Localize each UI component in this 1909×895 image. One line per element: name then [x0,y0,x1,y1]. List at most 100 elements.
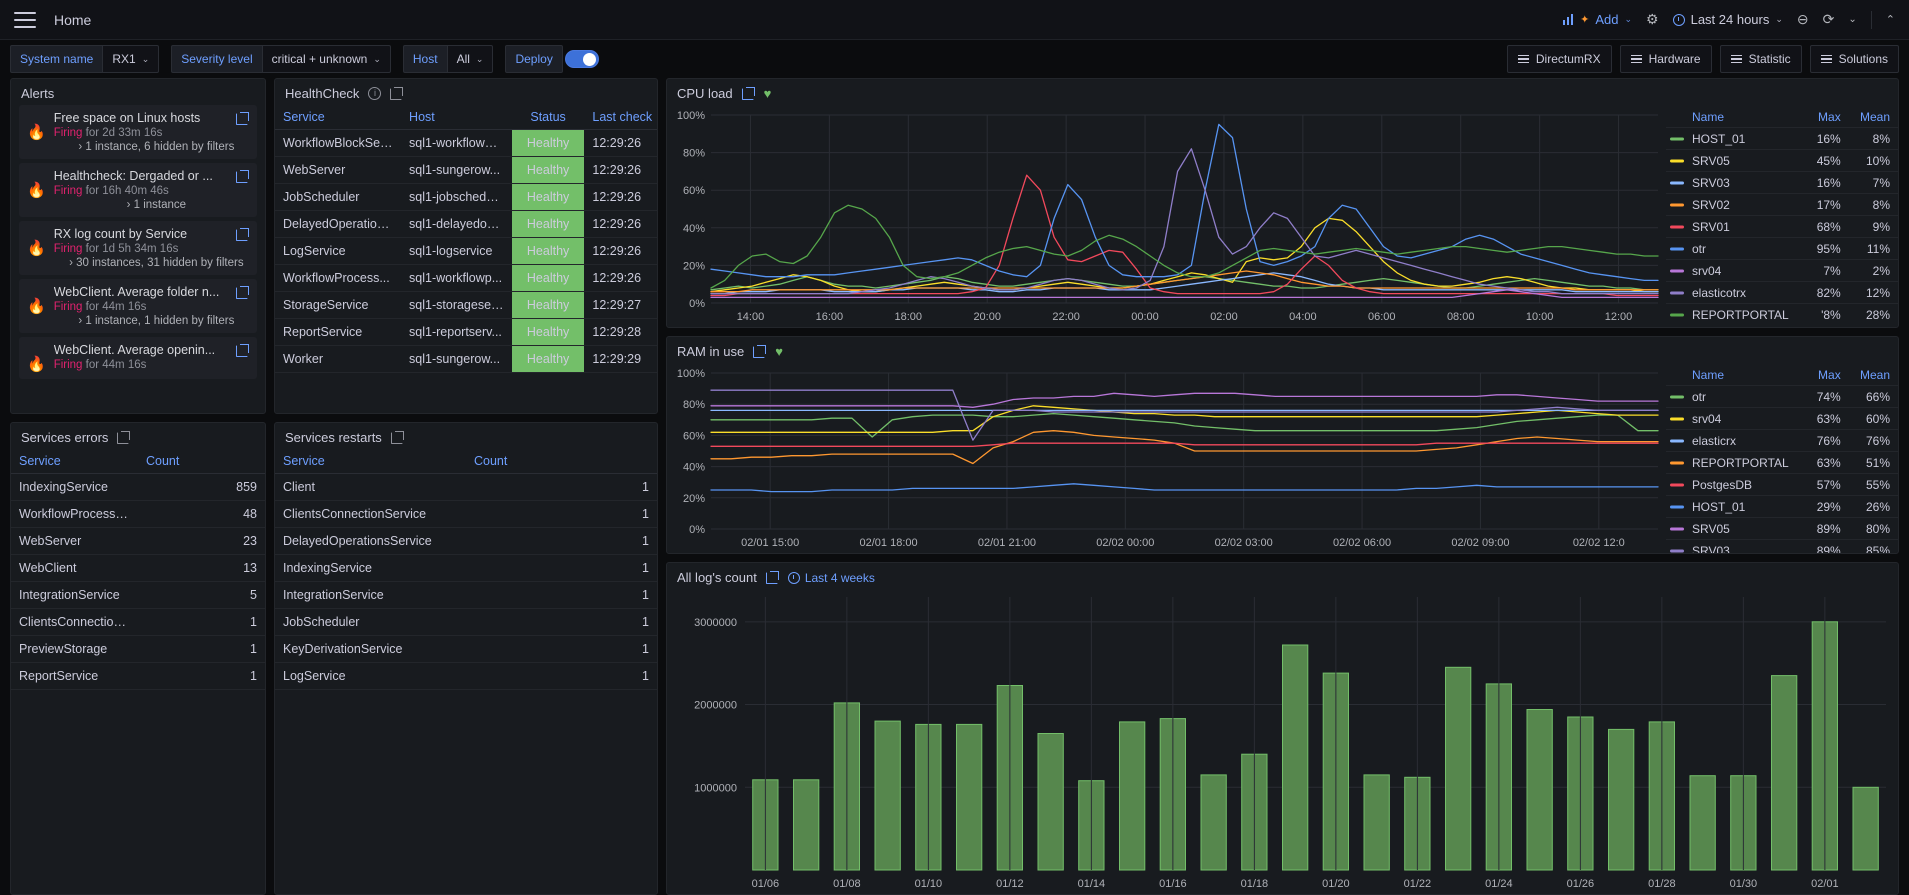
table-row[interactable]: IntegrationService 5 [11,581,265,609]
legend-col-name[interactable]: Name [1666,107,1806,128]
legend-series-name[interactable]: srv04 [1666,259,1806,282]
table-row[interactable]: Worker sql1-sungerow... Healthy 12:29:29 [275,345,657,373]
legend-row[interactable]: SRV05 45% 10% [1666,149,1898,172]
legend-series-name[interactable]: otr [1666,385,1806,408]
table-row[interactable]: ClientsConnectionService1 [275,500,657,528]
open-external-icon[interactable] [236,343,249,357]
legend-series-name[interactable]: REPORTPORTAL [1666,451,1806,474]
legend-series-name[interactable]: srv04 [1666,407,1806,430]
open-external-icon[interactable] [236,169,249,183]
open-external-icon[interactable] [236,285,249,299]
dashboard-link-solutions[interactable]: Solutions [1809,45,1899,73]
cell-host[interactable]: sql1-logservice [401,237,512,265]
cell-service[interactable]: IndexingService [11,473,138,501]
cell-service[interactable]: IndexingService [275,554,466,582]
cell-service[interactable]: WebClient [11,554,138,582]
table-row[interactable]: WorkflowBlockSer... sql1-workflowbl... Hea… [275,129,657,157]
cell-service[interactable]: LogService [275,662,466,690]
column-header-status[interactable]: Status [511,105,585,130]
legend-row[interactable]: REPORTPORTAL 63% 51% [1666,451,1898,474]
table-row[interactable]: LogService sql1-logservice Healthy 12:29:26 [275,237,657,265]
refresh-icon[interactable]: ⟳ [1823,11,1835,28]
alert-item[interactable]: 🔥 WebClient. Average folder n... Firing fo… [19,279,257,333]
alert-instances[interactable]: › 1 instance, 6 hidden by filters [54,141,249,153]
alert-instances[interactable]: › 1 instance, 1 hidden by filters [54,315,249,327]
legend-col-mean[interactable]: Mean [1849,365,1898,386]
table-row[interactable]: JobScheduler sql1-jobschedul... Healthy 12:… [275,183,657,211]
legend-row[interactable]: REPORTPORTAL '8% 28% [1666,303,1898,325]
table-row[interactable]: LogService 1 [275,662,657,690]
legend-series-name[interactable]: SRV02 [1666,193,1806,216]
alert-instances[interactable]: › 30 instances, 31 hidden by filters [54,257,249,269]
alert-instances[interactable]: › 1 instance [54,199,249,211]
cell-service[interactable]: ReportService [11,662,138,690]
table-row[interactable]: ClientsConnectionService1 [11,608,265,636]
open-external-icon[interactable] [741,87,755,100]
table-row[interactable]: DelayedOperation... sql1-delayedop... Heal… [275,210,657,238]
legend-series-name[interactable]: otr [1666,237,1806,260]
cell-service[interactable]: WebServer [11,527,138,555]
table-row[interactable]: ReportService 1 [11,662,265,690]
dashboard-link-hardware[interactable]: Hardware [1619,45,1712,73]
cell-service[interactable]: ClientsConnectionService [11,608,138,636]
legend-series-name[interactable]: SRV01 [1666,215,1806,238]
table-row[interactable]: PreviewStorage 1 [11,635,265,663]
cell-service[interactable]: ClientsConnectionService [275,500,466,528]
variable-select[interactable]: RX1 ⌄ [102,45,160,73]
legend-row[interactable]: HOST_01 29% 26% [1666,495,1898,518]
legend-series-name[interactable]: HOST_01 [1666,127,1806,150]
cell-service[interactable]: Client [275,473,466,501]
open-external-icon[interactable] [390,87,404,100]
open-external-icon[interactable] [117,431,131,444]
table-row[interactable]: ReportService sql1-reportserv... Healthy 12… [275,318,657,346]
cell-service[interactable]: IntegrationService [275,581,466,609]
legend-row[interactable]: PostgesDB 57% 55% [1666,473,1898,496]
legend-series-name[interactable]: PostgesDB [1666,473,1806,496]
legend-series-name[interactable]: SRV05 [1666,517,1806,540]
legend-series-name[interactable]: SRV05 [1666,149,1806,172]
open-external-icon[interactable] [390,431,404,444]
open-external-icon[interactable] [765,571,779,584]
column-header-host[interactable]: Host [401,105,512,130]
legend-row[interactable]: SRV01 68% 9% [1666,215,1898,238]
legend-col-max[interactable]: Max [1806,107,1849,128]
table-row[interactable]: WebClient 13 [11,554,265,582]
legend-series-name[interactable]: SRV03 [1666,171,1806,194]
add-button[interactable]: ✦ Add ⌄ [1562,12,1632,27]
table-row[interactable]: Client 1 [275,473,657,501]
deploy-toggle[interactable] [564,50,599,68]
alert-item[interactable]: 🔥 RX log count by Service Firing for 1d 5h… [19,221,257,275]
legend-row[interactable]: SRV03 16% 7% [1666,171,1898,194]
cell-service[interactable]: PreviewStorage [11,635,138,663]
column-header-service[interactable]: Service [11,449,138,474]
hamburger-menu-icon[interactable] [14,11,36,28]
open-external-icon[interactable] [236,227,249,241]
table-row[interactable]: IntegrationService 1 [275,581,657,609]
variable-select[interactable]: All ⌄ [446,45,494,73]
column-header-service[interactable]: Service [275,449,466,474]
table-row[interactable]: DelayedOperationsService 1 [275,527,657,555]
cell-host[interactable]: sql1-storageser... [401,291,512,319]
cell-service[interactable]: KeyDerivationService [275,635,466,663]
cell-service[interactable]: JobScheduler [275,608,466,636]
legend-row[interactable]: otr 95% 11% [1666,237,1898,260]
cell-host[interactable]: sql1-sungerow... [401,156,512,184]
cell-host[interactable]: sql1-jobschedul... [401,183,512,211]
cell-host[interactable]: sql1-workflowbl... [401,129,512,157]
info-icon[interactable]: i [368,87,382,100]
legend-row[interactable]: SRV02 17% 8% [1666,193,1898,216]
table-row[interactable]: WorkflowProcessService48 [11,500,265,528]
alert-item[interactable]: 🔥 WebClient. Average openin... Firing for … [19,337,257,379]
variable-select[interactable]: critical + unknown ⌄ [261,45,391,73]
column-header-last-check[interactable]: Last check [584,105,657,130]
gear-icon[interactable]: ⚙ [1646,11,1659,28]
column-header-service[interactable]: Service [275,105,402,130]
legend-series-name[interactable]: HOST_01 [1666,495,1806,518]
legend-row[interactable]: srv04 63% 60% [1666,407,1898,430]
cell-host[interactable]: sql1-sungerow... [401,345,512,373]
cell-host[interactable]: sql1-delayedop... [401,210,512,238]
legend-row[interactable]: otr 74% 66% [1666,385,1898,408]
legend-series-name[interactable]: elasticotrx [1666,281,1806,304]
table-row[interactable]: StorageService sql1-storageser... Healthy 1… [275,291,657,319]
alert-item[interactable]: 🔥 Healthcheck: Dergaded or ... Firing for … [19,163,257,217]
